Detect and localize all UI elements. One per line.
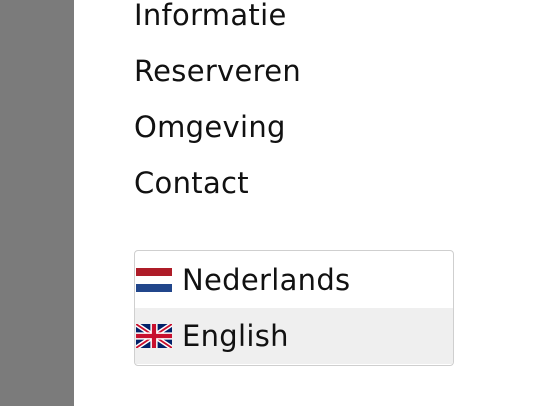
language-label-nederlands: Nederlands xyxy=(182,263,351,297)
language-option-nederlands[interactable]: Nederlands xyxy=(135,252,453,308)
page-overlay[interactable] xyxy=(0,0,74,406)
page: Informatie Reserveren Omgeving Contact N… xyxy=(0,0,552,406)
language-option-english[interactable]: English xyxy=(135,308,453,364)
nav-item-informatie[interactable]: Informatie xyxy=(134,0,287,33)
nav-item-reserveren[interactable]: Reserveren xyxy=(134,53,301,89)
language-label-english: English xyxy=(182,319,289,353)
nav-item-omgeving[interactable]: Omgeving xyxy=(134,109,286,145)
flag-gb-icon xyxy=(136,324,172,348)
flag-nl-icon xyxy=(136,268,172,292)
language-selector: Nederlands English xyxy=(134,250,454,366)
nav-item-contact[interactable]: Contact xyxy=(134,165,249,201)
